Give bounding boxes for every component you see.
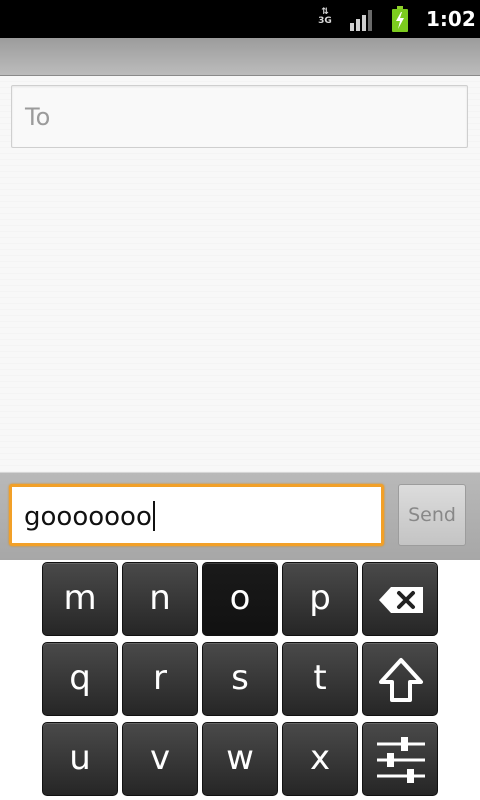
send-button[interactable]: Send bbox=[398, 484, 466, 546]
clock: 1:02 bbox=[426, 7, 476, 31]
settings-key[interactable] bbox=[362, 722, 438, 796]
message-input[interactable]: gooooooo bbox=[9, 484, 384, 546]
key-q[interactable]: q bbox=[42, 642, 118, 716]
key-w[interactable]: w bbox=[202, 722, 278, 796]
settings-sliders-icon bbox=[377, 737, 425, 783]
recipient-field[interactable]: To bbox=[11, 85, 468, 148]
key-t[interactable]: t bbox=[282, 642, 358, 716]
battery-charging-icon bbox=[392, 6, 408, 32]
backspace-key[interactable] bbox=[362, 562, 438, 636]
signal-strength-icon bbox=[350, 10, 372, 31]
key-p[interactable]: p bbox=[282, 562, 358, 636]
shift-arrow-icon bbox=[379, 658, 423, 702]
key-u[interactable]: u bbox=[42, 722, 118, 796]
text-cursor bbox=[152, 501, 155, 531]
recipient-placeholder: To bbox=[25, 103, 51, 131]
key-s[interactable]: s bbox=[202, 642, 278, 716]
soft-keyboard: m n o p q r s t u v w x bbox=[0, 560, 480, 800]
network-type-label: 3G bbox=[318, 16, 332, 26]
key-n[interactable]: n bbox=[122, 562, 198, 636]
message-text: gooooooo bbox=[24, 502, 152, 532]
compose-bar: gooooooo Send bbox=[0, 472, 480, 560]
key-x[interactable]: x bbox=[282, 722, 358, 796]
backspace-icon bbox=[379, 587, 423, 613]
shift-key[interactable] bbox=[362, 642, 438, 716]
message-content-area: To bbox=[0, 76, 480, 472]
key-v[interactable]: v bbox=[122, 722, 198, 796]
key-m[interactable]: m bbox=[42, 562, 118, 636]
key-r[interactable]: r bbox=[122, 642, 198, 716]
status-bar: ⇅ 3G 1:02 bbox=[0, 0, 480, 38]
title-bar bbox=[0, 38, 480, 76]
network-3g-icon: ⇅ 3G bbox=[318, 7, 332, 26]
key-o[interactable]: o bbox=[202, 562, 278, 636]
